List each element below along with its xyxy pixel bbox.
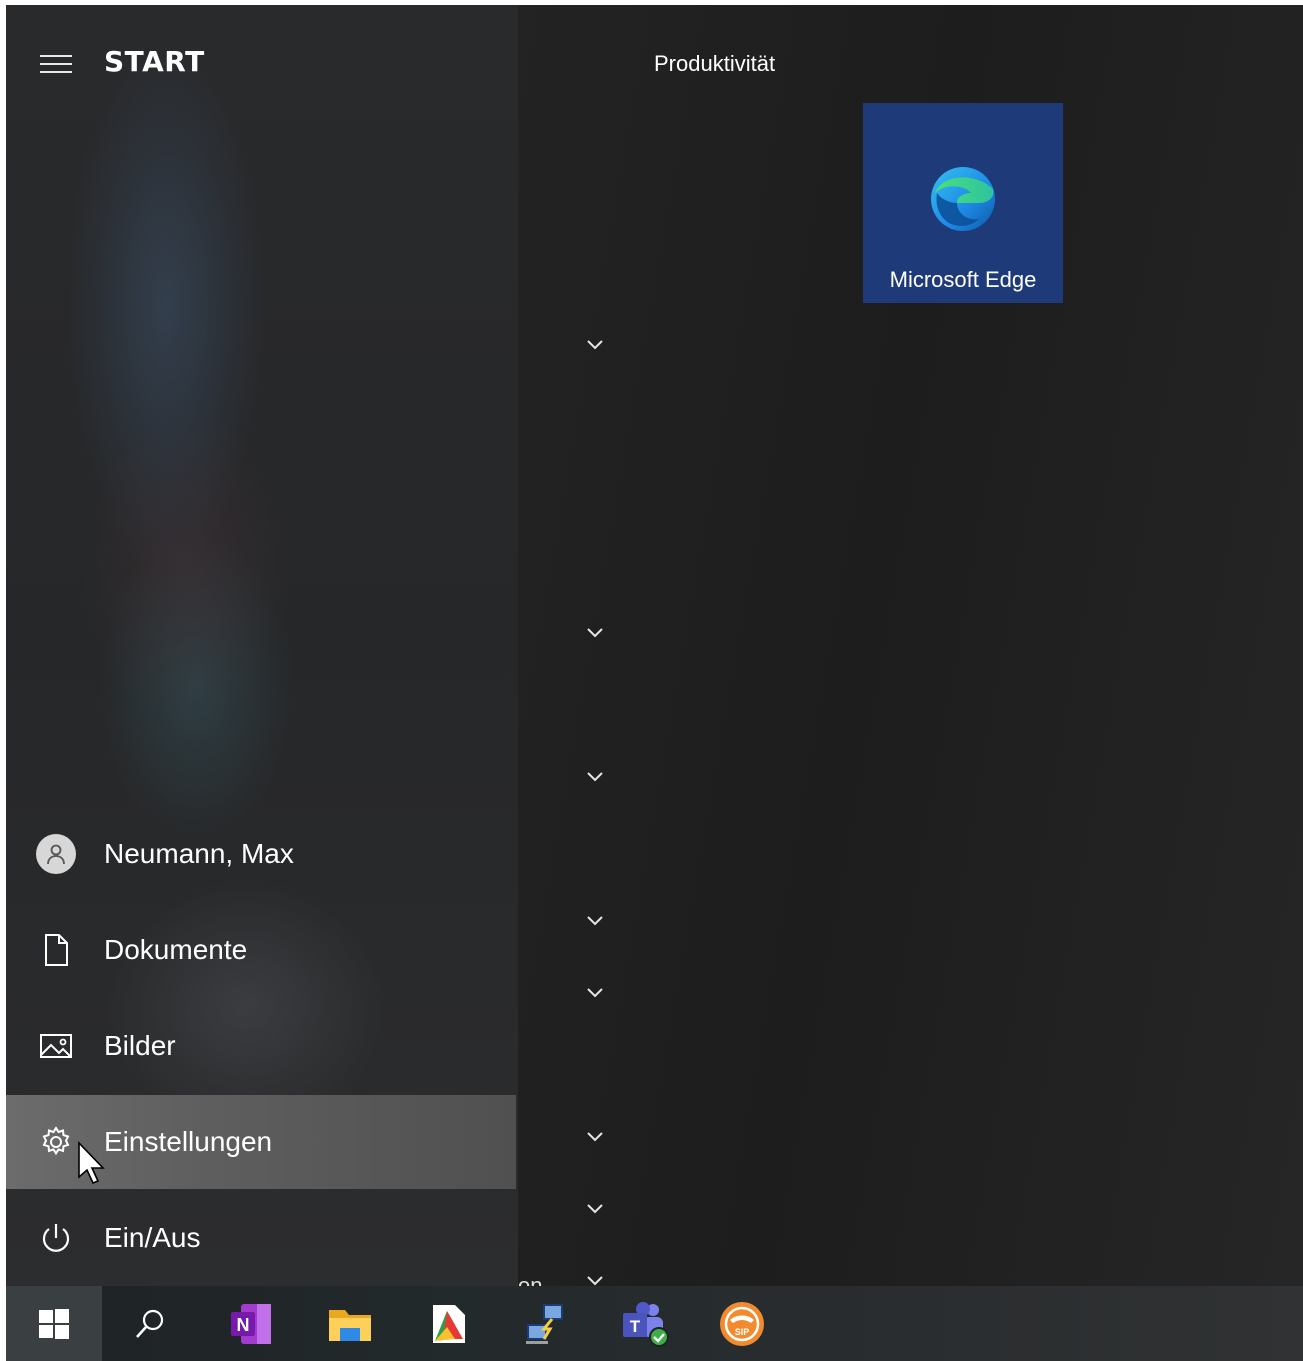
chevron-down-icon[interactable] (584, 985, 606, 999)
chevron-down-icon[interactable] (584, 1273, 606, 1287)
tile-label: Microsoft Edge (889, 267, 1037, 292)
file-explorer-icon (329, 1309, 371, 1341)
onenote-button[interactable]: N (203, 1286, 299, 1361)
edge-tile[interactable]: Microsoft Edge (863, 103, 1063, 303)
nav-item-label: Bilder (104, 1030, 176, 1061)
search-button[interactable] (102, 1286, 198, 1361)
user-name: Neumann, Max (104, 838, 294, 869)
nav-item-power[interactable]: Ein/Aus (6, 1191, 516, 1285)
file-explorer-button[interactable] (302, 1286, 398, 1361)
windows-start-icon (39, 1308, 69, 1339)
start-menu-screen: START Neumann, Max Dokumente Bilder Eins… (6, 5, 1303, 1361)
remote-desktop-icon (526, 1303, 563, 1344)
user-account-item[interactable]: Neumann, Max (6, 807, 516, 901)
svg-text:N: N (237, 1315, 250, 1335)
chevron-down-icon[interactable] (584, 1201, 606, 1215)
search-icon (136, 1309, 164, 1338)
gear-icon (34, 1120, 78, 1164)
taskbar: N T SIP (6, 1286, 1303, 1361)
sip-phone-button[interactable]: SIP (694, 1286, 790, 1361)
chevron-down-icon[interactable] (584, 625, 606, 639)
nav-item-documents[interactable]: Dokumente (6, 903, 516, 997)
tile-group-title[interactable]: Produktivität (654, 51, 775, 77)
person-icon (47, 844, 65, 865)
chevron-down-icon[interactable] (584, 1129, 606, 1143)
avatar (34, 832, 78, 876)
nav-item-label: Einstellungen (104, 1126, 273, 1157)
hamburger-menu-icon[interactable] (38, 53, 74, 75)
nav-item-label: Ein/Aus (104, 1222, 201, 1253)
chevron-down-icon[interactable] (584, 913, 606, 927)
edge-icon (931, 167, 995, 231)
mouse-cursor-icon (78, 1141, 105, 1185)
start-title: START (104, 45, 205, 78)
teams-icon: T (623, 1301, 669, 1347)
app-list-truncated-label: on (518, 1273, 543, 1286)
pdf-app-icon (433, 1304, 465, 1343)
pdf-app-button[interactable] (400, 1286, 496, 1361)
nav-item-label: Dokumente (104, 934, 248, 965)
onenote-icon: N (231, 1303, 271, 1344)
chevron-down-icon[interactable] (584, 769, 606, 783)
power-icon (34, 1216, 78, 1260)
teams-button[interactable]: T (596, 1286, 692, 1361)
svg-text:T: T (630, 1317, 641, 1336)
sip-phone-icon: SIP (720, 1301, 764, 1346)
picture-icon (34, 1024, 78, 1068)
start-left-pane: START Neumann, Max Dokumente Bilder Eins… (6, 5, 518, 1286)
svg-text:SIP: SIP (735, 1327, 750, 1337)
windows-start-button[interactable] (6, 1286, 102, 1361)
chevron-down-icon[interactable] (584, 337, 606, 351)
remote-desktop-button[interactable] (497, 1286, 593, 1361)
nav-item-pictures[interactable]: Bilder (6, 999, 516, 1093)
document-icon (34, 928, 78, 972)
